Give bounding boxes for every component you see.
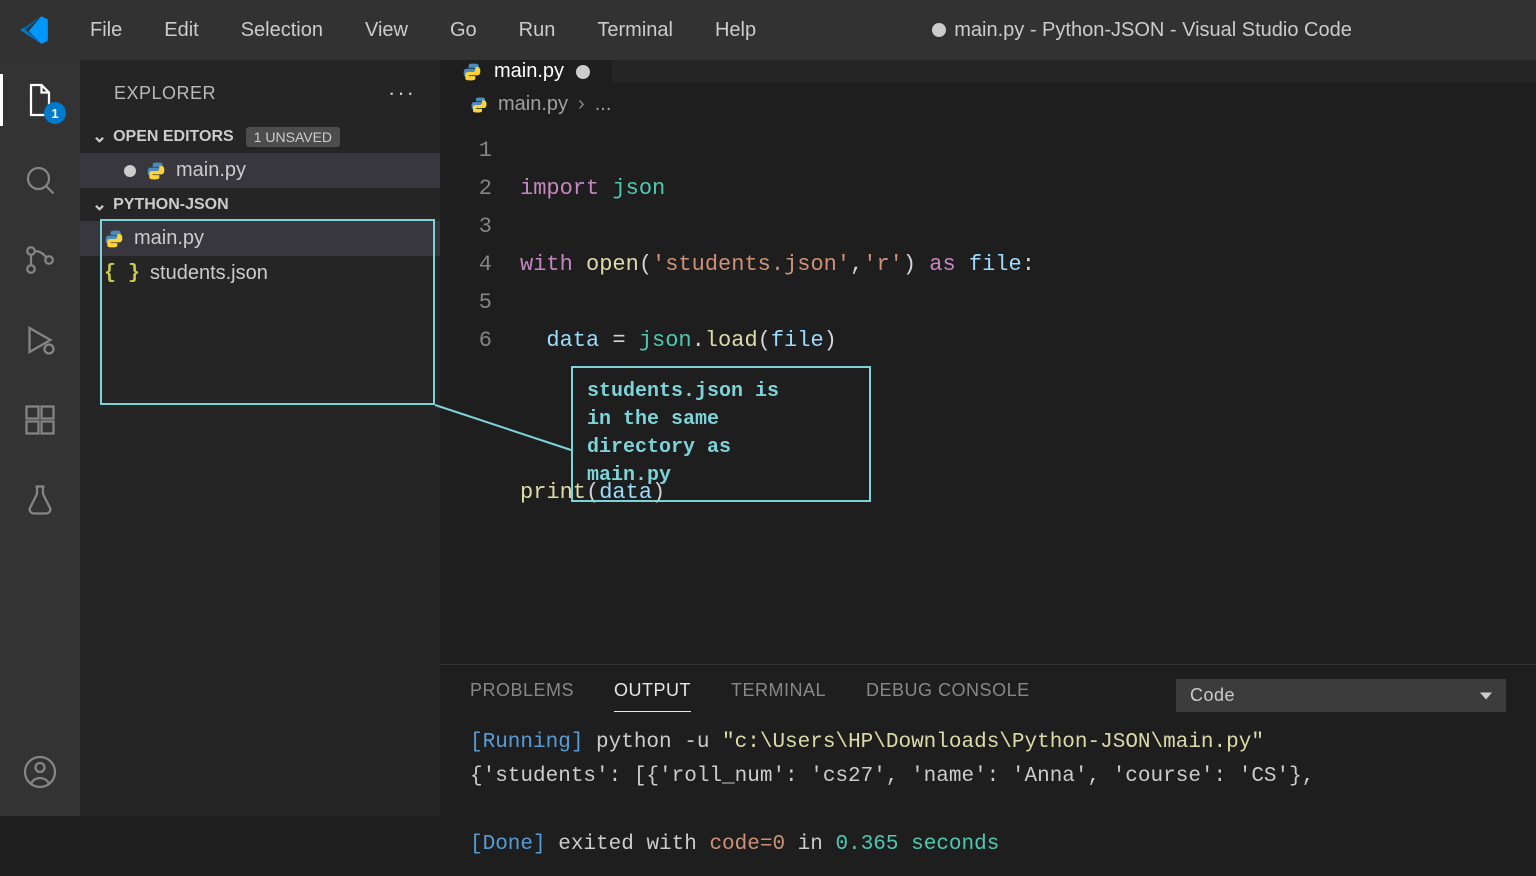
python-file-icon — [470, 96, 488, 114]
extensions-icon[interactable] — [20, 400, 60, 440]
sidebar: EXPLORER ··· ⌄ OPEN EDITORS 1 UNSAVED ma… — [80, 60, 440, 816]
testing-icon[interactable] — [20, 480, 60, 520]
bottom-panel: PROBLEMS OUTPUT TERMINAL DEBUG CONSOLE C… — [440, 664, 1536, 876]
annotation-callout: students.json is in the same directory a… — [571, 366, 871, 502]
window-title: main.py - Python-JSON - Visual Studio Co… — [762, 19, 1522, 42]
folder-label: PYTHON-JSON — [113, 196, 229, 214]
panel-tab-problems[interactable]: PROBLEMS — [470, 680, 574, 711]
editor-tabs: main.py — [440, 60, 1536, 83]
title-bar: File Edit Selection View Go Run Terminal… — [0, 0, 1536, 60]
open-editor-item[interactable]: main.py — [80, 153, 440, 188]
sidebar-more-icon[interactable]: ··· — [388, 80, 416, 106]
unsaved-badge: 1 UNSAVED — [246, 127, 340, 147]
accounts-icon[interactable] — [20, 752, 60, 792]
sidebar-header: EXPLORER ··· — [80, 60, 440, 120]
tab-main[interactable]: main.py — [440, 60, 613, 83]
run-debug-icon[interactable] — [20, 320, 60, 360]
python-file-icon — [104, 229, 124, 249]
breadcrumb-tail: ... — [595, 93, 612, 116]
menu-selection[interactable]: Selection — [235, 15, 329, 46]
menu-view[interactable]: View — [359, 15, 414, 46]
chevron-down-icon: ⌄ — [92, 194, 107, 215]
file-item-students[interactable]: { } students.json — [80, 256, 440, 291]
panel-tab-debug[interactable]: DEBUG CONSOLE — [866, 680, 1030, 711]
menu-terminal[interactable]: Terminal — [591, 15, 679, 46]
python-file-icon — [146, 161, 166, 181]
breadcrumb-file: main.py — [498, 93, 568, 116]
output-channel-dropdown[interactable]: Code — [1176, 679, 1506, 712]
panel-tab-terminal[interactable]: TERMINAL — [731, 680, 826, 711]
tab-label: main.py — [494, 60, 564, 83]
file-item-main[interactable]: main.py — [80, 221, 440, 256]
json-file-icon: { } — [104, 262, 140, 285]
menu-help[interactable]: Help — [709, 15, 762, 46]
activity-bar: 1 — [0, 60, 80, 816]
menu-file[interactable]: File — [84, 15, 128, 46]
chevron-right-icon: › — [578, 93, 585, 116]
menu-bar: File Edit Selection View Go Run Terminal… — [84, 15, 762, 46]
source-control-icon[interactable] — [20, 240, 60, 280]
open-editors-header[interactable]: ⌄ OPEN EDITORS 1 UNSAVED — [80, 120, 440, 153]
menu-edit[interactable]: Edit — [158, 15, 204, 46]
modified-dot-icon — [124, 165, 136, 177]
python-file-icon — [462, 62, 482, 82]
explorer-badge: 1 — [44, 102, 66, 124]
folder-header[interactable]: ⌄ PYTHON-JSON — [80, 188, 440, 221]
open-editors-label: OPEN EDITORS — [113, 128, 234, 146]
line-gutter: 123456 — [440, 132, 520, 664]
breadcrumb[interactable]: main.py › ... — [440, 83, 1536, 126]
modified-dot-icon — [932, 23, 946, 37]
file-name: students.json — [150, 262, 268, 285]
explorer-icon[interactable]: 1 — [20, 80, 60, 120]
open-editor-filename: main.py — [176, 159, 246, 182]
panel-tabs: PROBLEMS OUTPUT TERMINAL DEBUG CONSOLE C… — [440, 665, 1536, 712]
output-body[interactable]: [Running] python -u "c:\Users\HP\Downloa… — [440, 712, 1536, 876]
vscode-logo-icon — [14, 10, 54, 50]
sidebar-title: EXPLORER — [114, 83, 216, 104]
search-icon[interactable] — [20, 160, 60, 200]
menu-run[interactable]: Run — [513, 15, 562, 46]
file-name: main.py — [134, 227, 204, 250]
chevron-down-icon: ⌄ — [92, 126, 107, 147]
menu-go[interactable]: Go — [444, 15, 483, 46]
panel-tab-output[interactable]: OUTPUT — [614, 680, 691, 712]
modified-dot-icon — [576, 65, 590, 79]
